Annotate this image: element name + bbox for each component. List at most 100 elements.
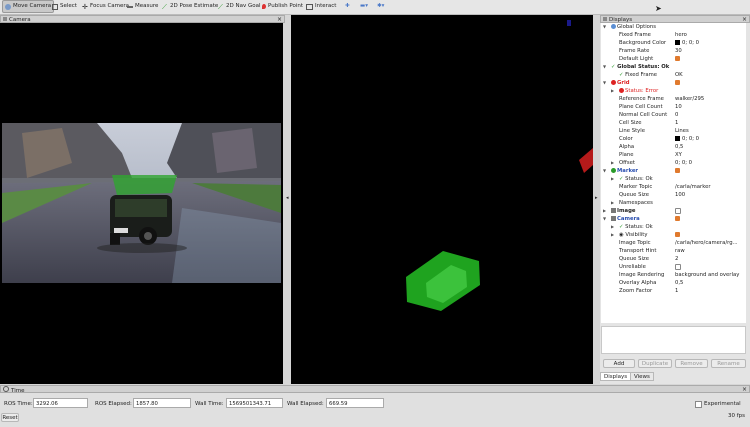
add-button[interactable]: Add	[603, 359, 635, 368]
reset-button[interactable]: Reset	[1, 413, 19, 422]
tree-row[interactable]: Alpha 0,5	[601, 143, 746, 151]
wall-time-field[interactable]: 1569501343.71	[226, 398, 283, 408]
tree-row[interactable]: Color 0; 0; 0	[601, 135, 746, 143]
select-icon	[52, 3, 58, 10]
camera-panel-header: Camera ×	[0, 15, 285, 23]
tree-row[interactable]: Overlay Alpha 0,5	[601, 279, 746, 287]
street-scene-image	[2, 123, 281, 283]
ros-elapsed-label: ROS Elapsed:	[95, 401, 132, 407]
experimental-checkbox[interactable]	[695, 401, 702, 408]
camera-icon	[611, 216, 616, 221]
tree-row-image[interactable]: ▶ Image	[601, 207, 746, 215]
tree-row[interactable]: ▶ ✓ Status: Ok	[601, 223, 746, 231]
tree-row[interactable]: Unreliable	[601, 263, 746, 271]
check-icon: ✓	[619, 224, 624, 230]
wall-elapsed-label: Wall Elapsed:	[287, 401, 324, 407]
tree-row[interactable]: Plane Cell Count 10	[601, 103, 746, 111]
displays-panel-header: Displays ×	[600, 15, 750, 23]
tree-row[interactable]: Transport Hint raw	[601, 247, 746, 255]
image-icon	[611, 208, 616, 213]
tree-row-camera[interactable]: ▼ Camera	[601, 215, 746, 223]
checkbox[interactable]	[675, 207, 681, 214]
measure-icon	[127, 6, 133, 10]
tree-row[interactable]: ▶ Namespaces	[601, 199, 746, 207]
3d-viewport[interactable]	[291, 15, 593, 384]
remove-button[interactable]: Remove	[675, 359, 708, 368]
tree-row[interactable]: Queue Size 2	[601, 255, 746, 263]
plus-icon: ✚	[345, 3, 350, 9]
tree-row[interactable]: ▶ ✓ Status: Ok	[601, 175, 746, 183]
tab-displays[interactable]: Displays	[600, 372, 632, 381]
tree-row[interactable]: Queue Size 100	[601, 191, 746, 199]
fps-label: 30 fps	[727, 413, 745, 419]
tree-row[interactable]: Normal Cell Count 0	[601, 111, 746, 119]
tree-row-global-status[interactable]: ▼ ✓ Global Status: Ok	[601, 63, 746, 71]
right-splitter[interactable]: ▸	[594, 15, 599, 384]
checkbox[interactable]	[675, 232, 680, 237]
tree-row[interactable]: ▶ Offset 0; 0; 0	[601, 159, 746, 167]
tree-row[interactable]: Image Topic /carla/hero/camera/rg...	[601, 239, 746, 247]
clock-icon	[3, 386, 9, 392]
checkbox[interactable]	[675, 216, 680, 221]
select-button[interactable]: Select	[52, 1, 77, 12]
tree-row[interactable]: Line Style Lines	[601, 127, 746, 135]
tree-row[interactable]: Image Rendering background and overlay	[601, 271, 746, 279]
tree-row[interactable]: Background Color 0; 0; 0	[601, 39, 746, 47]
tree-row[interactable]: ▶ Status: Error	[601, 87, 746, 95]
ros-time-label: ROS Time:	[4, 401, 33, 407]
tree-row[interactable]: Marker Topic /carla/marker	[601, 183, 746, 191]
checkbox[interactable]	[675, 263, 681, 270]
time-panel-header: Time ×	[0, 385, 750, 394]
pose-estimate-icon: ⟋	[162, 2, 167, 11]
rename-button[interactable]: Rename	[711, 359, 746, 368]
close-icon[interactable]: ×	[742, 386, 747, 394]
remove-tool-button[interactable]: ▬▾	[360, 1, 368, 12]
measure-button[interactable]: Measure	[127, 1, 158, 12]
camera-panel-icon	[3, 17, 7, 21]
tree-row-marker[interactable]: ▼ Marker	[601, 167, 746, 175]
tree-row[interactable]: Reference Frame walker/295	[601, 95, 746, 103]
ros-elapsed-field[interactable]: 1857.80	[133, 398, 191, 408]
gear-icon	[611, 24, 616, 29]
tree-row[interactable]: Frame Rate 30	[601, 47, 746, 55]
display-tree[interactable]: ▼ Global Options Fixed Frame hero Backgr…	[601, 23, 746, 323]
add-tool-button[interactable]: ✚	[345, 1, 350, 12]
focus-camera-icon: ✛	[82, 2, 88, 11]
tree-row[interactable]: Zoom Factor 1	[601, 287, 746, 295]
wall-elapsed-field[interactable]: 669.59	[326, 398, 384, 408]
displays-panel-icon	[603, 17, 607, 21]
error-icon	[619, 88, 624, 93]
tree-row[interactable]: ▶ ◉ Visibility	[601, 231, 746, 239]
description-box	[601, 326, 746, 354]
duplicate-button[interactable]: Duplicate	[638, 359, 672, 368]
tab-views[interactable]: Views	[630, 372, 654, 381]
left-splitter[interactable]: ◂	[285, 15, 290, 384]
publish-point-button[interactable]: Publish Point	[262, 1, 303, 12]
tree-row-grid[interactable]: ▼ Grid	[601, 79, 746, 87]
checkbox[interactable]	[675, 168, 680, 173]
tree-row[interactable]: Cell Size 1	[601, 119, 746, 127]
checkbox[interactable]	[675, 80, 680, 85]
time-panel-title: Time	[11, 388, 25, 394]
ros-time-field[interactable]: 3292.06	[33, 398, 88, 408]
tool-properties-button[interactable]: ✱▾	[377, 1, 384, 12]
pose-estimate-button[interactable]: ⟋ 2D Pose Estimate	[162, 1, 218, 12]
tree-row[interactable]: Fixed Frame hero	[601, 31, 746, 39]
tree-row[interactable]: ✓ Fixed Frame OK	[601, 71, 746, 79]
interact-icon	[306, 3, 313, 10]
move-camera-button[interactable]: Move Camera	[2, 0, 55, 13]
toolbar: Move Camera Select ✛ Focus Camera Measur…	[0, 0, 750, 15]
publish-point-icon	[262, 4, 266, 9]
tree-row-global-options[interactable]: ▼ Global Options	[601, 23, 746, 31]
marker-icon	[611, 168, 616, 173]
minus-icon: ▬▾	[360, 3, 368, 9]
check-icon: ✓	[611, 64, 616, 70]
check-icon: ✓	[619, 176, 624, 182]
nav-goal-button[interactable]: ⟋ 2D Nav Goal	[218, 1, 261, 12]
tree-row[interactable]: Default Light	[601, 55, 746, 63]
focus-camera-button[interactable]: ✛ Focus Camera	[82, 1, 129, 12]
checkbox[interactable]	[675, 56, 680, 61]
mouse-cursor-icon: ➤	[655, 4, 662, 13]
interact-button[interactable]: Interact	[306, 1, 336, 12]
tree-row[interactable]: Plane XY	[601, 151, 746, 159]
